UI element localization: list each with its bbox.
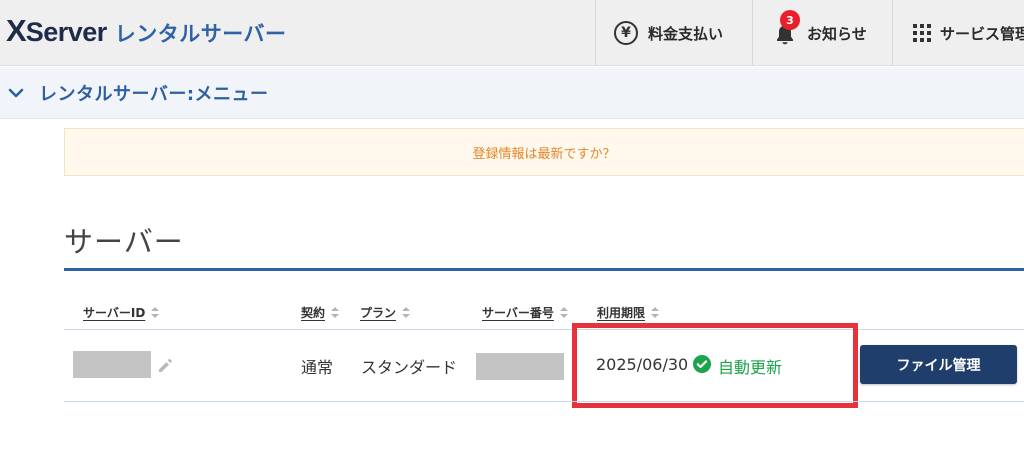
yen-icon: ¥: [614, 21, 638, 45]
expiry-header-label: 利用期限: [597, 306, 646, 320]
menu-title: レンタルサーバー:メニュー: [39, 83, 269, 105]
services-nav-button[interactable]: サービス管理: [892, 0, 1024, 66]
sort-icon: [151, 306, 160, 319]
sort-icon: [402, 306, 411, 319]
top-header: X Server レンタルサーバー ¥ 料金支払い 3 お知らせ サービス管理: [0, 0, 1024, 66]
notice-nav-button[interactable]: 3 お知らせ: [752, 0, 892, 66]
services-label: サービス管理: [940, 24, 1024, 43]
server-id-redacted: [73, 351, 151, 378]
logo-x: X: [6, 13, 27, 48]
contract-cell: 通常: [301, 358, 334, 377]
chevron-down-icon: [8, 88, 24, 97]
expiry-highlight-box: [572, 323, 858, 408]
table-row-divider: [64, 401, 1024, 402]
column-header-server-id[interactable]: サーバーID: [83, 304, 160, 321]
logo-server: Server: [25, 17, 108, 47]
column-header-contract[interactable]: 契約: [301, 304, 340, 321]
page-title: サーバー: [64, 225, 184, 259]
notice-count-badge: 3: [780, 10, 800, 30]
notice-link[interactable]: 登録情報は最新ですか？: [472, 143, 615, 162]
plan-header-label: プラン: [360, 306, 397, 320]
payment-nav-button[interactable]: ¥ 料金支払い: [595, 0, 752, 66]
column-header-expiry[interactable]: 利用期限: [597, 304, 660, 321]
server-number-header-label: サーバー番号: [482, 306, 554, 320]
table-row-divider: [64, 329, 1024, 330]
contract-header-label: 契約: [301, 306, 326, 320]
logo-subtitle: レンタルサーバー: [114, 22, 287, 46]
sort-icon: [651, 306, 660, 319]
bell-icon-wrap: 3: [773, 10, 800, 46]
menu-toggle-bar[interactable]: レンタルサーバー:メニュー: [0, 67, 1024, 119]
registration-info-notice[interactable]: 登録情報は最新ですか？: [64, 128, 1024, 176]
xserver-logo[interactable]: X Server レンタルサーバー: [6, 13, 287, 53]
server-number-redacted: [476, 353, 564, 380]
server-id-header-label: サーバーID: [83, 306, 146, 320]
file-manager-button[interactable]: ファイル管理: [860, 345, 1017, 384]
sort-icon: [331, 306, 340, 319]
payment-label: 料金支払い: [648, 24, 724, 43]
grid-icon: [913, 24, 931, 42]
pencil-icon[interactable]: [157, 357, 173, 373]
section-divider: [64, 268, 1024, 271]
column-header-plan[interactable]: プラン: [360, 304, 411, 321]
plan-cell: スタンダード: [361, 358, 458, 377]
sort-icon: [559, 306, 568, 319]
column-header-server-number[interactable]: サーバー番号: [482, 304, 568, 321]
notice-label: お知らせ: [807, 24, 867, 43]
